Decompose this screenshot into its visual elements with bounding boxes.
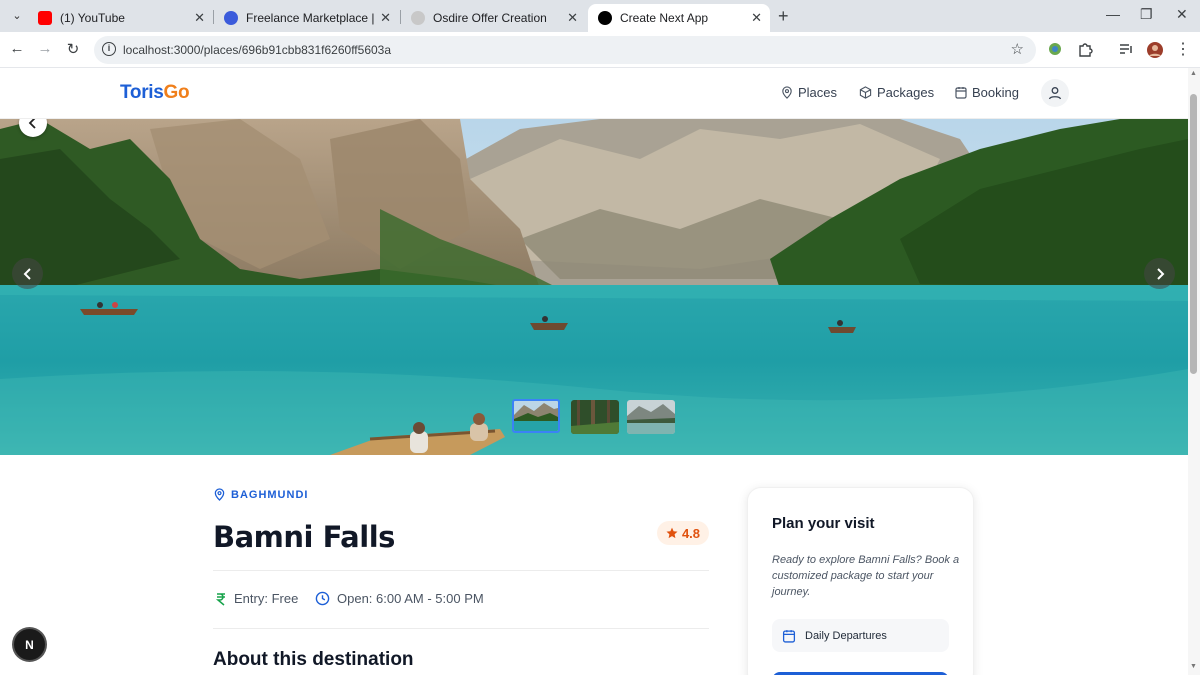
gallery-thumbnail-3[interactable] bbox=[627, 400, 675, 434]
back-arrow-icon[interactable]: ← bbox=[7, 40, 27, 57]
tab-youtube[interactable]: (1) YouTube ✕ bbox=[28, 4, 213, 32]
tab-label: (1) YouTube bbox=[60, 11, 125, 25]
nav-packages[interactable]: Packages bbox=[859, 85, 934, 100]
freelance-favicon-icon bbox=[224, 11, 238, 25]
globe-favicon-icon bbox=[411, 11, 425, 25]
url-text[interactable]: localhost:3000/places/696b91cbb831f6260f… bbox=[123, 43, 391, 57]
map-pin-icon bbox=[214, 488, 225, 501]
nav-booking[interactable]: Booking bbox=[955, 85, 1019, 100]
minimize-icon[interactable]: — bbox=[1106, 6, 1120, 22]
puzzle-extensions-icon[interactable] bbox=[1076, 41, 1094, 59]
logo-part-2: Go bbox=[163, 82, 190, 103]
nextjs-dev-badge[interactable]: N bbox=[14, 629, 45, 660]
calendar-icon bbox=[955, 87, 967, 99]
scroll-thumb[interactable] bbox=[1190, 94, 1197, 374]
plan-visit-card: Plan your visit Ready to explore Bamni F… bbox=[747, 487, 974, 675]
extension-icon[interactable] bbox=[1046, 41, 1064, 59]
gallery-prev-button[interactable] bbox=[12, 258, 43, 289]
gallery-thumbnail-2[interactable] bbox=[571, 400, 619, 434]
gallery-thumbnail-1[interactable] bbox=[512, 399, 560, 433]
opening-hours-text: Open: 6:00 AM - 5:00 PM bbox=[337, 591, 484, 606]
logo[interactable]: TorisGo bbox=[120, 82, 190, 104]
restore-icon[interactable]: ❐ bbox=[1140, 6, 1153, 23]
logo-part-1: Toris bbox=[120, 82, 164, 103]
close-icon[interactable]: ✕ bbox=[751, 10, 762, 26]
package-icon bbox=[859, 86, 872, 99]
clock-icon bbox=[315, 591, 330, 606]
rupee-icon bbox=[215, 592, 225, 606]
tab-create-next-app[interactable]: Create Next App ✕ bbox=[588, 4, 770, 32]
chevron-left-icon bbox=[23, 267, 31, 280]
divider bbox=[213, 628, 709, 629]
bookmark-star-icon[interactable]: ☆ bbox=[1011, 40, 1024, 58]
nav-packages-label: Packages bbox=[877, 85, 935, 100]
site-header: TorisGo Places Packages Booking bbox=[0, 68, 1188, 119]
user-icon bbox=[1048, 87, 1062, 100]
profile-avatar-icon[interactable] bbox=[1146, 41, 1164, 59]
window-close-icon[interactable]: ✕ bbox=[1176, 6, 1188, 23]
map-pin-icon bbox=[782, 86, 792, 99]
user-account-button[interactable] bbox=[1041, 79, 1069, 107]
scroll-up-icon[interactable]: ▲ bbox=[1190, 70, 1197, 77]
rating-value: 4.8 bbox=[681, 525, 701, 541]
plan-description: Ready to explore Bamni Falls? Book a cus… bbox=[772, 554, 960, 598]
nav-places[interactable]: Places bbox=[781, 85, 837, 100]
tab-search-icon[interactable]: ⌄ bbox=[8, 7, 26, 25]
nav-places-label: Places bbox=[798, 85, 838, 100]
tab-label: Create Next App bbox=[620, 11, 709, 25]
media-queue-icon[interactable] bbox=[1117, 41, 1135, 59]
hero-gallery bbox=[0, 119, 1188, 455]
youtube-favicon-icon bbox=[38, 11, 52, 25]
about-heading: About this destination bbox=[213, 649, 414, 670]
page-title: Bamni Falls bbox=[213, 520, 395, 554]
close-icon[interactable]: ✕ bbox=[194, 10, 205, 26]
divider bbox=[213, 570, 709, 571]
daily-departures: Daily Departures bbox=[772, 619, 949, 652]
entry-fee-text: Entry: Free bbox=[234, 591, 299, 606]
new-tab-icon[interactable]: + bbox=[778, 6, 789, 27]
chevron-right-icon bbox=[1156, 267, 1164, 280]
nav-booking-label: Booking bbox=[972, 85, 1019, 100]
reload-icon[interactable]: ↻ bbox=[63, 40, 83, 58]
plan-title: Plan your visit bbox=[772, 515, 875, 532]
tab-label: Freelance Marketplace | Find Top bbox=[246, 11, 378, 25]
browser-tab-bar: ⌄ (1) YouTube ✕ Freelance Marketplace | … bbox=[0, 0, 1200, 32]
calendar-icon bbox=[782, 629, 796, 643]
location-row: BAGHMUNDI bbox=[214, 488, 308, 501]
nextjs-favicon-icon bbox=[598, 11, 612, 25]
gallery-next-button[interactable] bbox=[1144, 258, 1175, 289]
forward-arrow-icon[interactable]: → bbox=[35, 40, 55, 57]
chevron-left-icon bbox=[28, 119, 36, 129]
browser-menu-icon[interactable]: ⋮ bbox=[1174, 41, 1192, 59]
location-label: BAGHMUNDI bbox=[231, 488, 309, 501]
daily-departures-label: Daily Departures bbox=[805, 629, 887, 642]
star-icon bbox=[666, 527, 678, 539]
tab-freelance[interactable]: Freelance Marketplace | Find Top ✕ bbox=[214, 4, 399, 32]
opening-hours: Open: 6:00 AM - 5:00 PM bbox=[315, 591, 484, 606]
address-bar[interactable]: i localhost:3000/places/696b91cbb831f626… bbox=[94, 36, 1036, 64]
close-icon[interactable]: ✕ bbox=[567, 10, 578, 26]
tab-label: Osdire Offer Creation bbox=[433, 11, 547, 25]
rating-badge: 4.8 bbox=[657, 521, 709, 545]
tab-osdire[interactable]: Osdire Offer Creation ✕ bbox=[401, 4, 586, 32]
page-scrollbar[interactable]: ▲ ▼ bbox=[1188, 68, 1200, 675]
entry-fee: Entry: Free bbox=[215, 591, 298, 606]
browser-toolbar: ← → ↻ i localhost:3000/places/696b91cbb8… bbox=[0, 32, 1200, 68]
close-icon[interactable]: ✕ bbox=[380, 10, 391, 26]
site-info-icon[interactable]: i bbox=[102, 42, 116, 56]
scroll-down-icon[interactable]: ▼ bbox=[1190, 663, 1197, 670]
